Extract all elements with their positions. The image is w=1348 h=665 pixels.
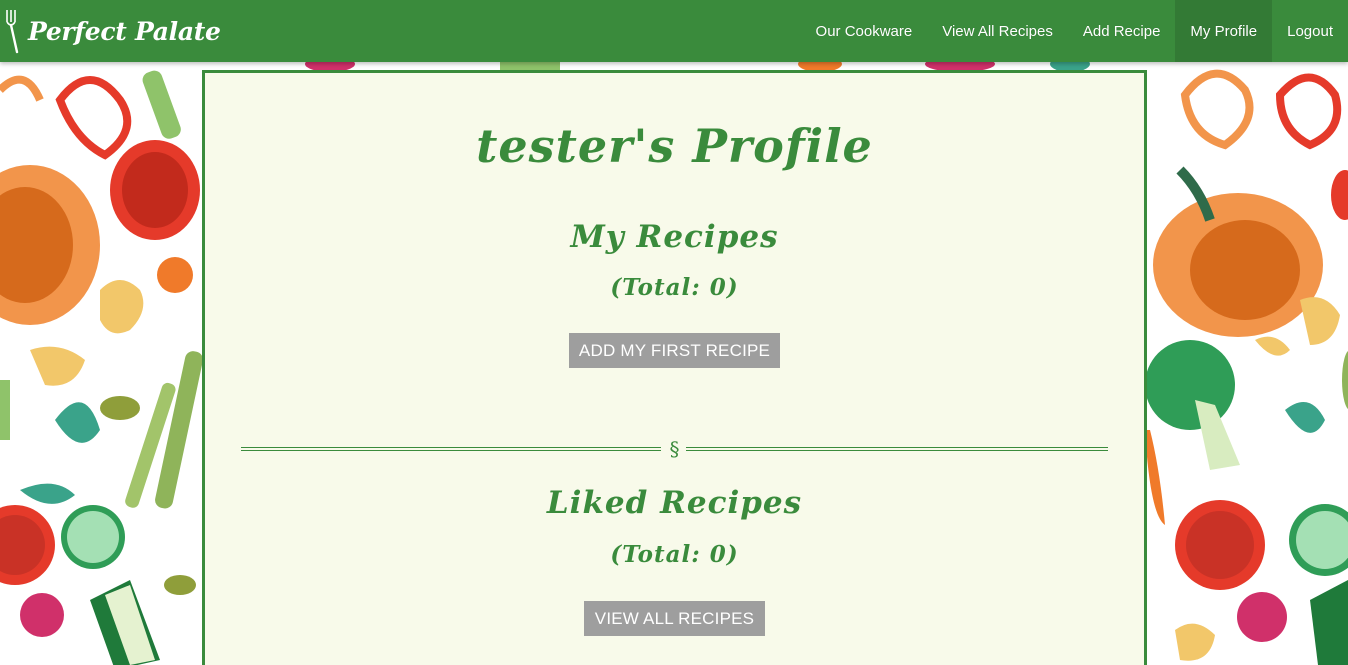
my-recipes-heading: My Recipes [570, 219, 779, 255]
nav-item-our-cookware[interactable]: Our Cookware [801, 0, 928, 62]
nav-item-my-profile[interactable]: My Profile [1175, 0, 1273, 62]
page-title: tester's Profile [476, 119, 873, 173]
my-recipes-total: (Total: 0) [610, 274, 739, 301]
view-all-recipes-button[interactable]: VIEW ALL RECIPES [584, 601, 765, 636]
section-divider: § [241, 437, 1108, 461]
top-navbar: Perfect Palate Our Cookware View All Rec… [0, 0, 1348, 62]
profile-card: tester's Profile My Recipes (Total: 0) A… [202, 70, 1147, 665]
nav-item-add-recipe[interactable]: Add Recipe [1068, 0, 1176, 62]
fork-icon [6, 10, 19, 54]
nav-links: Our Cookware View All Recipes Add Recipe… [801, 0, 1348, 62]
liked-recipes-heading: Liked Recipes [546, 485, 803, 521]
divider-line-right [686, 447, 1108, 451]
brand-logo-link[interactable]: Perfect Palate [0, 0, 221, 62]
nav-item-view-all-recipes[interactable]: View All Recipes [927, 0, 1068, 62]
nav-item-logout[interactable]: Logout [1272, 0, 1348, 62]
brand-name: Perfect Palate [28, 16, 221, 46]
add-first-recipe-button[interactable]: ADD MY FIRST RECIPE [569, 333, 780, 368]
liked-recipes-total: (Total: 0) [610, 541, 739, 568]
